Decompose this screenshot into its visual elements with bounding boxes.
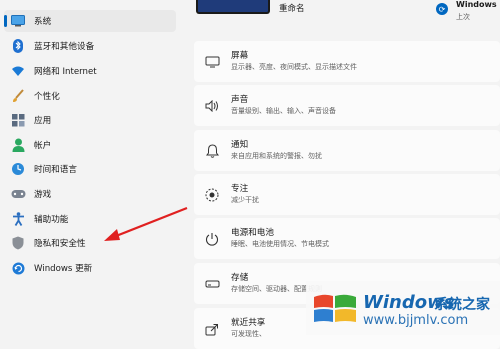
card-title: 就近共享	[231, 318, 266, 328]
bluetooth-icon	[10, 38, 26, 54]
sidebar-item-windows-update[interactable]: Windows 更新	[4, 257, 176, 279]
storage-icon	[204, 276, 220, 292]
sidebar-item-accounts[interactable]: 帐户	[4, 134, 176, 156]
card-title: 电源和电池	[231, 228, 274, 238]
watermark-title-cn: 系统之家	[434, 297, 490, 313]
windows-logo-icon	[314, 294, 356, 322]
sidebar-item-label: 时间和语言	[34, 165, 77, 175]
rename-link[interactable]: 重命名	[279, 2, 305, 14]
device-thumbnail	[196, 0, 270, 14]
settings-card-sound[interactable]: 声音 音量级别、输出、输入、声音设备	[194, 85, 500, 126]
monitor-icon	[204, 54, 220, 70]
apps-icon	[10, 112, 26, 128]
sidebar-item-gaming[interactable]: 游戏	[4, 183, 176, 205]
card-title: 声音	[231, 95, 249, 105]
sidebar-item-bluetooth[interactable]: 蓝牙和其他设备	[4, 35, 176, 57]
card-title: 存储	[231, 273, 249, 283]
bell-icon	[204, 143, 220, 159]
card-subtitle: 来自应用和系统的警报、勿扰	[231, 152, 322, 160]
sidebar-item-label: 系统	[34, 17, 52, 27]
settings-card-display[interactable]: 屏幕 显示器、亮度、夜间模式、显示描述文件	[194, 41, 500, 82]
card-subtitle: 减少干扰	[231, 196, 259, 204]
sidebar-item-label: 辅助功能	[34, 215, 69, 225]
globe-clock-icon	[10, 161, 26, 177]
settings-card-notifications[interactable]: 通知 来自应用和系统的警报、勿扰	[194, 130, 500, 171]
sidebar-item-label: 隐私和安全性	[34, 239, 86, 249]
sidebar-item-label: Windows 更新	[34, 264, 93, 274]
sidebar-item-label: 帐户	[34, 141, 52, 151]
watermark-url: www.bjjmlv.com	[363, 313, 469, 328]
card-subtitle: 音量级别、输出、输入、声音设备	[231, 107, 336, 115]
gamepad-icon	[10, 186, 26, 202]
card-subtitle: 可发现性、	[231, 330, 266, 338]
settings-card-power[interactable]: 电源和电池 睡眠、电池使用情况、节电模式	[194, 218, 500, 259]
sidebar-item-apps[interactable]: 应用	[4, 109, 176, 131]
sidebar-item-label: 网络和 Internet	[34, 67, 97, 77]
sidebar-item-personalization[interactable]: 个性化	[4, 85, 176, 107]
card-title: 通知	[231, 140, 249, 150]
system-icon	[10, 13, 26, 29]
update-icon	[10, 260, 26, 276]
power-icon	[204, 231, 220, 247]
sidebar-item-accessibility[interactable]: 辅助功能	[4, 208, 176, 230]
windows-update-status-icon: ⟳	[436, 3, 448, 15]
wifi-icon	[10, 63, 26, 79]
sidebar-item-system[interactable]: 系统	[4, 10, 176, 32]
sidebar: 系统 蓝牙和其他设备 网络和 Internet 个性化 应用 帐户 时间和语言 …	[0, 0, 180, 335]
account-icon	[10, 137, 26, 153]
sidebar-item-label: 应用	[34, 116, 52, 126]
brush-icon	[10, 88, 26, 104]
sidebar-item-label: 个性化	[34, 92, 60, 102]
card-subtitle: 显示器、亮度、夜间模式、显示描述文件	[231, 63, 357, 71]
accessibility-icon	[10, 211, 26, 227]
sidebar-item-time-language[interactable]: 时间和语言	[4, 158, 176, 180]
settings-card-focus[interactable]: 专注 减少干扰	[194, 174, 500, 215]
windows-update-subtitle: 上次	[456, 13, 470, 21]
sidebar-item-label: 游戏	[34, 190, 52, 200]
card-title: 屏幕	[231, 51, 249, 61]
sidebar-item-privacy-security[interactable]: 隐私和安全性	[4, 232, 176, 254]
windows-update-title[interactable]: Windows	[456, 0, 497, 9]
sidebar-item-label: 蓝牙和其他设备	[34, 42, 95, 52]
card-title: 专注	[231, 184, 249, 194]
shield-icon	[10, 235, 26, 251]
speaker-icon	[204, 98, 220, 114]
focus-icon	[204, 187, 220, 203]
sidebar-item-network[interactable]: 网络和 Internet	[4, 60, 176, 82]
card-subtitle: 睡眠、电池使用情况、节电模式	[231, 240, 329, 248]
